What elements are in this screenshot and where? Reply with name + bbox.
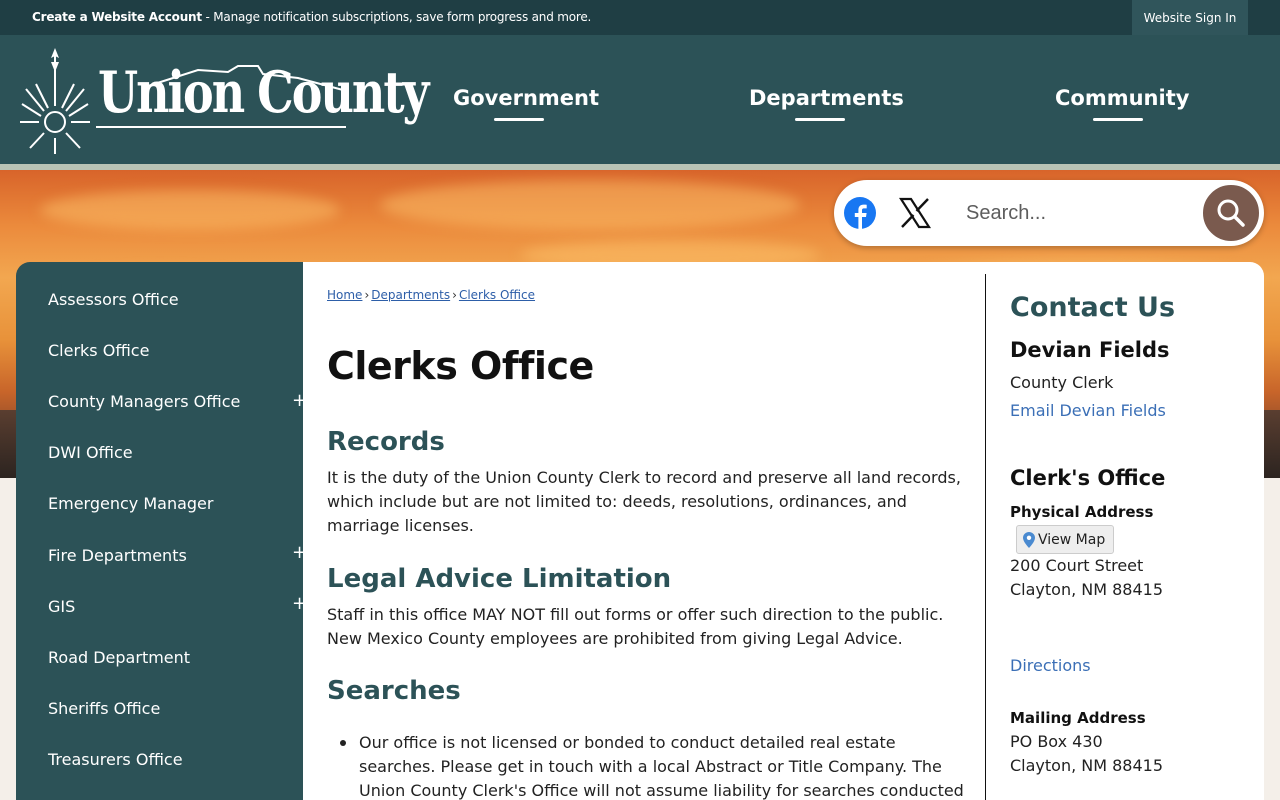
- view-map-button[interactable]: View Map: [1016, 525, 1114, 554]
- map-pin-icon: [1023, 531, 1035, 548]
- breadcrumb-departments[interactable]: Departments: [371, 288, 450, 302]
- top-bar: Create a Website Account - Manage notifi…: [0, 0, 1280, 35]
- logo-text: Union County: [98, 58, 429, 126]
- breadcrumb-separator: ›: [364, 288, 370, 302]
- mailing-address-label: Mailing Address: [1010, 709, 1146, 727]
- sidebar-item-county-managers-office[interactable]: County Managers Office: [48, 392, 240, 411]
- legal-advice-heading: Legal Advice Limitation: [327, 564, 672, 594]
- bullet-dot: [340, 740, 346, 746]
- nav-departments[interactable]: Departments: [749, 86, 904, 121]
- column-divider: [985, 274, 986, 800]
- sun-symbol-icon: [20, 48, 90, 154]
- nav-underline: [494, 118, 544, 121]
- account-message: Create a Website Account - Manage notifi…: [32, 10, 591, 24]
- office-name: Clerk's Office: [1010, 466, 1166, 490]
- page-title: Clerks Office: [327, 344, 594, 388]
- website-sign-in-button[interactable]: Website Sign In: [1132, 0, 1248, 35]
- street-address: 200 Court Street: [1010, 556, 1144, 575]
- records-text: It is the duty of the Union County Clerk…: [327, 468, 961, 535]
- legal-advice-text: Staff in this office MAY NOT fill out fo…: [327, 605, 944, 648]
- sidebar-item-clerks-office[interactable]: Clerks Office: [48, 341, 149, 360]
- logo-underline: [96, 126, 346, 128]
- nav-community-label: Community: [1055, 86, 1190, 110]
- city-state-zip: Clayton, NM 88415: [1010, 580, 1164, 599]
- po-box: PO Box 430: [1010, 732, 1103, 751]
- sidebar-item-road-department[interactable]: Road Department: [48, 648, 190, 667]
- nav-community[interactable]: Community: [1055, 86, 1189, 121]
- sidebar-item-dwi-office[interactable]: DWI Office: [48, 443, 133, 462]
- email-contact-link[interactable]: Email Devian Fields: [1010, 401, 1166, 420]
- contact-us-heading: Contact Us: [1010, 292, 1176, 323]
- sidebar-item-fire-departments[interactable]: Fire Departments: [48, 546, 187, 565]
- breadcrumb: Home › Departments › Clerks Office: [327, 288, 535, 302]
- search-input[interactable]: [950, 194, 1190, 232]
- searches-bullet-text: Our office is not licensed or bonded to …: [359, 733, 964, 800]
- breadcrumb-home[interactable]: Home: [327, 288, 362, 302]
- physical-address-label: Physical Address: [1010, 503, 1154, 521]
- sidebar-item-gis[interactable]: GIS: [48, 597, 75, 616]
- facebook-icon[interactable]: [844, 197, 876, 229]
- sidebar-item-assessors-office[interactable]: Assessors Office: [48, 290, 179, 309]
- sidebar-item-treasurers-office[interactable]: Treasurers Office: [48, 750, 183, 769]
- account-description: - Manage notification subscriptions, sav…: [201, 10, 592, 24]
- x-icon[interactable]: [898, 196, 932, 230]
- mailing-city-state-zip: Clayton, NM 88415: [1010, 756, 1164, 775]
- sidebar-item-sheriffs-office[interactable]: Sheriffs Office: [48, 699, 160, 718]
- sidebar-item-emergency-manager[interactable]: Emergency Manager: [48, 494, 213, 513]
- create-account-link[interactable]: Create a Website Account: [32, 10, 202, 24]
- sidebar-nav: Assessors Office Clerks Office County Ma…: [16, 262, 307, 800]
- breadcrumb-separator: ›: [452, 288, 457, 302]
- nav-underline: [1093, 118, 1143, 121]
- nav-departments-label: Departments: [749, 86, 904, 110]
- nav-underline: [795, 118, 845, 121]
- search-button[interactable]: [1201, 183, 1261, 243]
- directions-link[interactable]: Directions: [1010, 656, 1091, 675]
- site-logo[interactable]: Union County: [18, 44, 429, 156]
- contact-person-name: Devian Fields: [1010, 338, 1170, 362]
- search-icon: [1217, 199, 1245, 227]
- records-heading: Records: [327, 427, 445, 457]
- nav-government-label: Government: [453, 86, 600, 110]
- breadcrumb-clerks-office[interactable]: Clerks Office: [459, 288, 535, 302]
- nav-government[interactable]: Government: [453, 86, 599, 121]
- searches-heading: Searches: [327, 676, 461, 706]
- view-map-label: View Map: [1038, 531, 1106, 548]
- contact-person-title: County Clerk: [1010, 373, 1114, 392]
